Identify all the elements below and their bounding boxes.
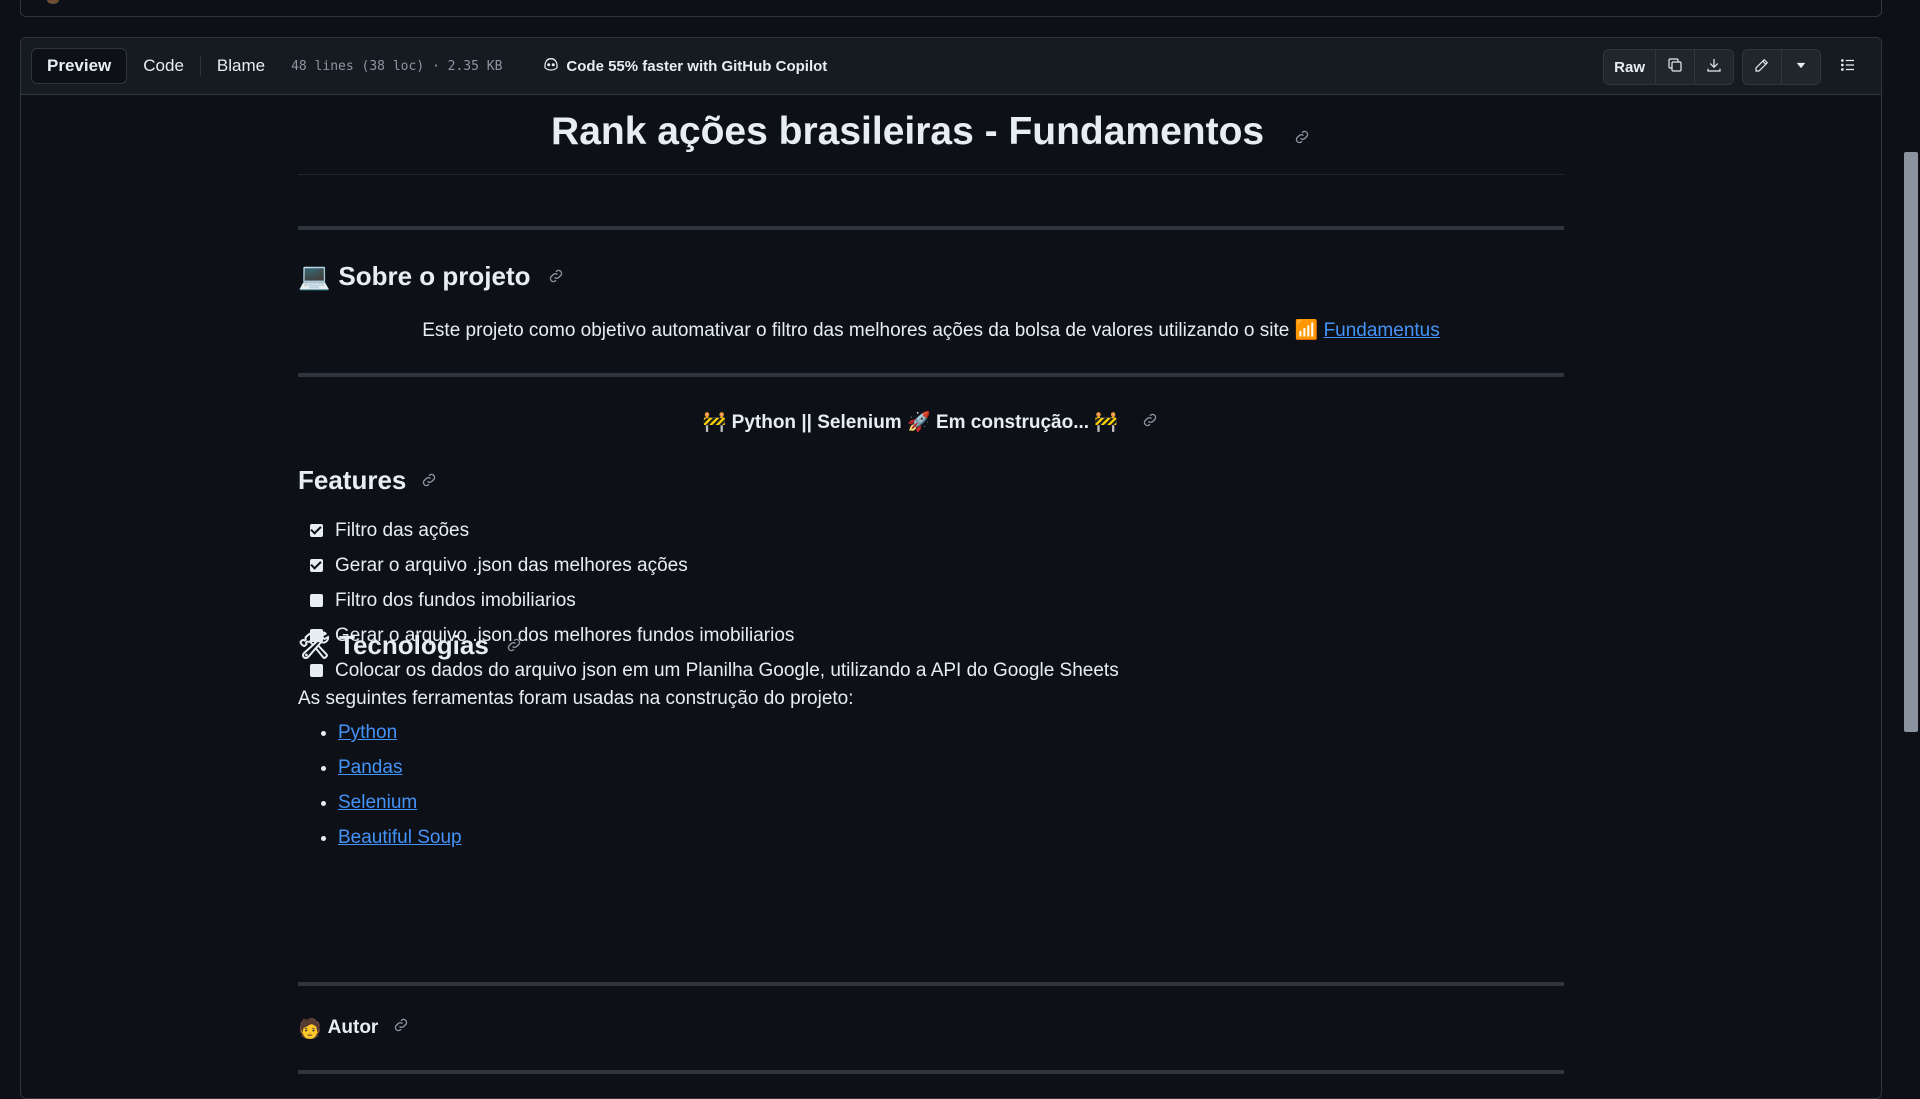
divider — [298, 1070, 1564, 1074]
triangle-down-icon — [1792, 56, 1810, 79]
section-heading-author: 🧑 Autor — [298, 1016, 410, 1040]
section-heading-tech: 🛠 Tecnologias — [298, 630, 523, 661]
avatar[interactable] — [47, 0, 59, 4]
section-heading-features-text: Features — [298, 465, 407, 495]
edit-button[interactable] — [1743, 50, 1782, 84]
task-label: Filtro das ações — [335, 519, 470, 541]
features-task-list: Filtro das ações Gerar o arquivo .json d… — [298, 513, 1119, 688]
raw-copy-download-group: Raw — [1603, 49, 1734, 85]
page-scrollbar[interactable] — [1902, 0, 1920, 1080]
about-paragraph: Este projeto como objetivo automativar o… — [298, 318, 1564, 342]
outline-button[interactable] — [1829, 50, 1867, 84]
task-checkbox[interactable] — [310, 594, 323, 607]
task-label: Colocar os dados do arquivo json em um P… — [335, 659, 1119, 681]
task-item: Gerar o arquivo .json das melhores ações — [298, 548, 1119, 583]
status-banner: 🚧 Python || Selenium 🚀 Em construção... … — [298, 410, 1564, 435]
page-title: Rank ações brasileiras - Fundamentos — [298, 100, 1564, 175]
view-switcher: Preview Code Blame — [31, 48, 281, 84]
divider — [298, 226, 1564, 230]
task-label: Filtro dos fundos imobiliarios — [335, 589, 576, 611]
divider — [298, 373, 1564, 377]
person-icon: 🧑 — [298, 1017, 322, 1040]
section-heading-tech-text: Tecnologias — [339, 630, 489, 660]
pandas-link[interactable]: Pandas — [338, 757, 402, 778]
signal-icon: 📶 — [1294, 319, 1319, 341]
banner-tech-text: Python || Selenium — [731, 412, 902, 433]
scrollbar-thumb[interactable] — [1904, 152, 1918, 732]
anchor-link-icon[interactable] — [1293, 102, 1311, 166]
anchor-link-icon[interactable] — [420, 465, 438, 496]
tab-blame[interactable]: Blame — [201, 48, 281, 84]
section-heading-features: Features — [298, 465, 438, 496]
task-item: Filtro dos fundos imobiliarios — [298, 583, 1119, 618]
list-item: Python — [338, 715, 462, 750]
edit-group — [1742, 49, 1821, 85]
anchor-link-icon[interactable] — [392, 1016, 410, 1040]
download-icon — [1705, 56, 1723, 79]
tab-preview[interactable]: Preview — [31, 48, 128, 84]
task-label: Gerar o arquivo .json das melhores ações — [335, 554, 688, 576]
section-heading-about: 💻 Sobre o projeto — [298, 261, 565, 292]
tab-code[interactable]: Code — [127, 48, 200, 84]
fundamentus-link[interactable]: Fundamentus — [1324, 320, 1440, 341]
laptop-icon: 💻 — [298, 261, 331, 292]
list-item: Beautiful Soup — [338, 820, 462, 855]
file-header: Preview Code Blame 48 lines (38 loc) · 2… — [21, 38, 1881, 95]
copy-button[interactable] — [1656, 50, 1695, 84]
copilot-icon — [542, 55, 560, 77]
list-unordered-icon — [1839, 56, 1857, 79]
task-checkbox-checked[interactable] — [310, 559, 323, 572]
edit-dropdown-button[interactable] — [1782, 50, 1820, 84]
file-actions: Raw — [1603, 49, 1867, 85]
list-item: Selenium — [338, 785, 462, 820]
task-checkbox-checked[interactable] — [310, 524, 323, 537]
tech-list: Python Pandas Selenium Beautiful Soup — [298, 715, 462, 855]
beautiful-soup-link[interactable]: Beautiful Soup — [338, 827, 462, 848]
selenium-link[interactable]: Selenium — [338, 792, 417, 813]
task-checkbox[interactable] — [310, 664, 323, 677]
tech-intro: As seguintes ferramentas foram usadas na… — [298, 688, 854, 709]
copilot-promo-link[interactable]: Code 55% faster with GitHub Copilot — [542, 55, 827, 77]
readme-content: Rank ações brasileiras - Fundamentos 💻 S… — [298, 100, 1564, 1074]
copy-icon — [1666, 56, 1684, 79]
divider — [298, 982, 1564, 986]
page-title-text: Rank ações brasileiras - Fundamentos — [551, 110, 1265, 153]
banner-status-text: Em construção... — [935, 412, 1090, 433]
download-button[interactable] — [1695, 50, 1733, 84]
tools-icon: 🛠 — [298, 630, 332, 661]
raw-button[interactable]: Raw — [1604, 50, 1656, 84]
about-text: Este projeto como objetivo automativar o… — [422, 320, 1295, 341]
file-meta: 48 lines (38 loc) · 2.35 KB — [291, 58, 503, 74]
construction-icon: 🚧 — [1094, 411, 1118, 433]
list-item: Pandas — [338, 750, 462, 785]
section-heading-author-text: Autor — [327, 1017, 379, 1038]
construction-icon: 🚧 — [702, 411, 727, 433]
section-heading-about-text: Sobre o projeto — [338, 261, 531, 291]
copilot-promo-text: Code 55% faster with GitHub Copilot — [566, 57, 828, 75]
anchor-link-icon[interactable] — [505, 630, 523, 661]
anchor-link-icon[interactable] — [1141, 411, 1159, 435]
task-item: Filtro das ações — [298, 513, 1119, 548]
repo-header-strip — [20, 0, 1882, 17]
python-link[interactable]: Python — [338, 722, 397, 743]
anchor-link-icon[interactable] — [547, 261, 565, 292]
rocket-icon: 🚀 — [906, 411, 931, 433]
pencil-icon — [1753, 56, 1771, 79]
